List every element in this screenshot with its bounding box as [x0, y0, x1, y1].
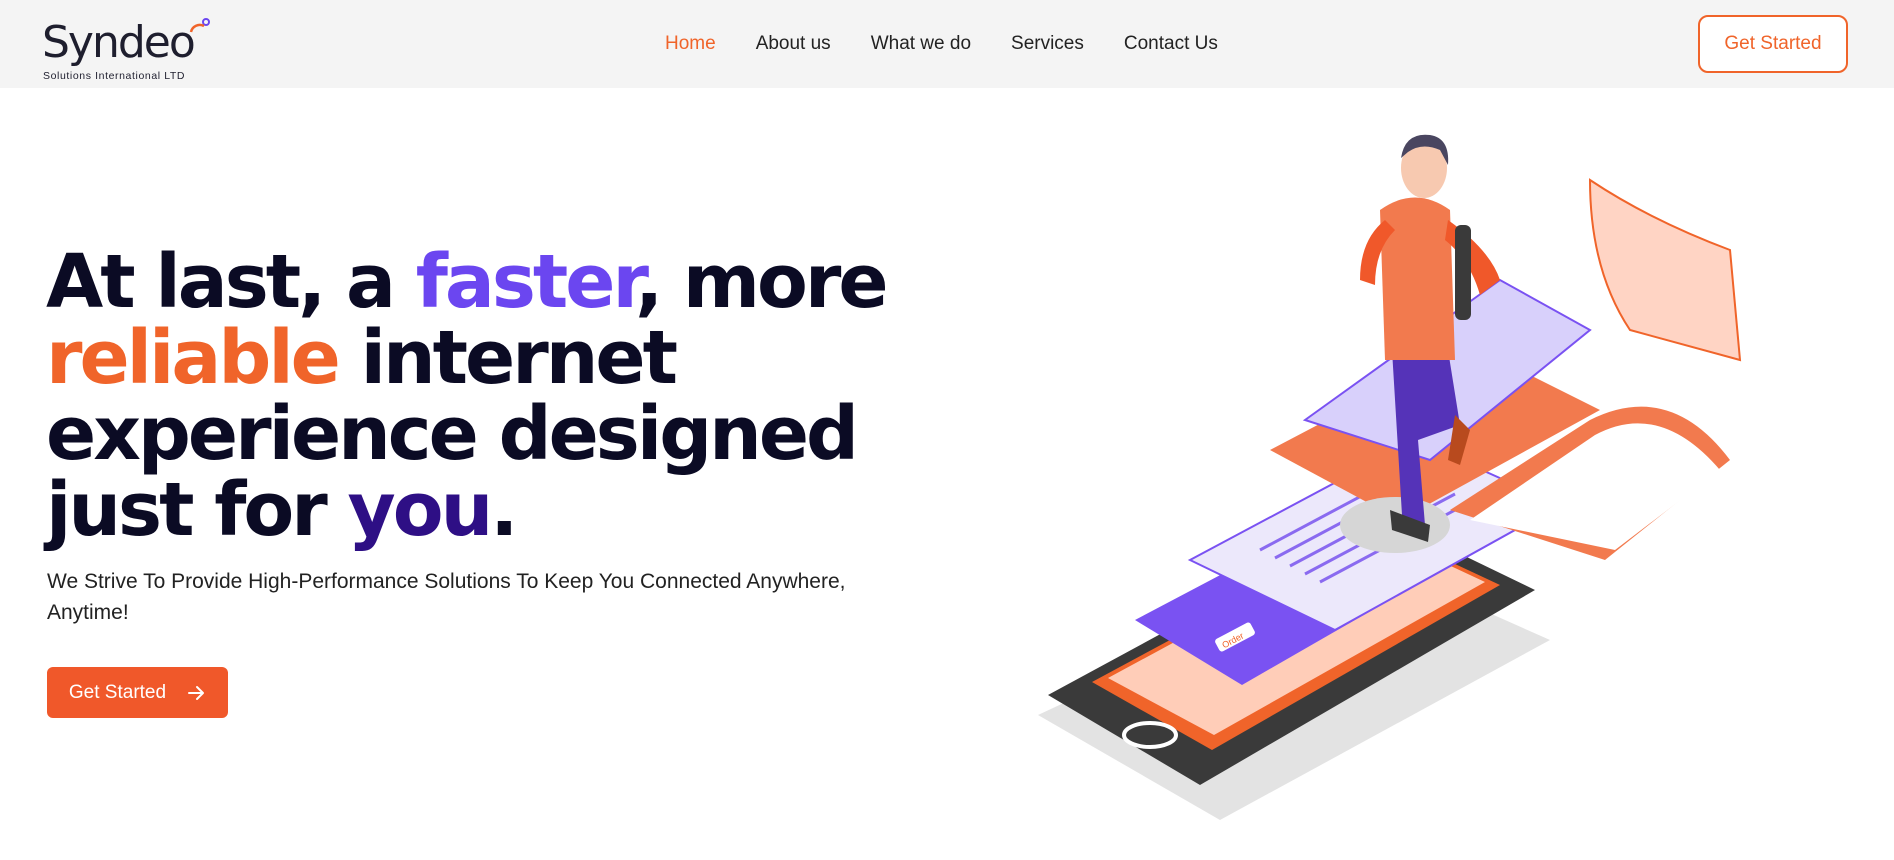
nav-about-us[interactable]: About us — [756, 30, 831, 58]
hero-title: At last, a faster, more reliable interne… — [46, 244, 889, 548]
hero-subtitle: We Strive To Provide High-Performance So… — [47, 570, 846, 624]
hero-title-part: At last, a — [46, 239, 416, 325]
arrow-right-icon — [188, 685, 205, 700]
person-backpack — [1455, 225, 1471, 320]
main-nav: Home About us What we do Services Contac… — [665, 30, 1258, 58]
person-walking-on-phone-illustration: Order 22:55 — [1038, 134, 1742, 820]
nav-contact-us[interactable]: Contact Us — [1124, 30, 1218, 58]
hero-title-part: , more — [635, 239, 889, 325]
hero-title-part: . — [490, 467, 518, 553]
header-get-started-button[interactable]: Get Started — [1698, 15, 1848, 73]
curled-peach-page — [1588, 178, 1742, 362]
logo[interactable]: Syndeo Solutions International LTD — [42, 18, 212, 84]
site-header: Syndeo Solutions International LTD Home … — [0, 0, 1894, 88]
hero-get-started-button[interactable]: Get Started — [47, 667, 228, 718]
nav-what-we-do[interactable]: What we do — [871, 30, 971, 58]
hero-title-highlight-you: you — [347, 467, 494, 553]
nav-services[interactable]: Services — [1011, 30, 1084, 58]
clock-label: 22:55 — [1600, 532, 1625, 543]
person-shirt — [1380, 197, 1455, 360]
logo-signal-icon — [189, 18, 210, 33]
hero-title-highlight-reliable: reliable — [46, 315, 341, 401]
nav-home[interactable]: Home — [665, 30, 716, 58]
person-arm-right — [1445, 220, 1500, 295]
hero-cta-label: Get Started — [68, 681, 167, 703]
hero-title-highlight-faster: faster — [415, 239, 638, 325]
logo-tagline: Solutions International LTD — [43, 70, 186, 82]
logo-wordmark: Syndeo — [42, 17, 196, 68]
